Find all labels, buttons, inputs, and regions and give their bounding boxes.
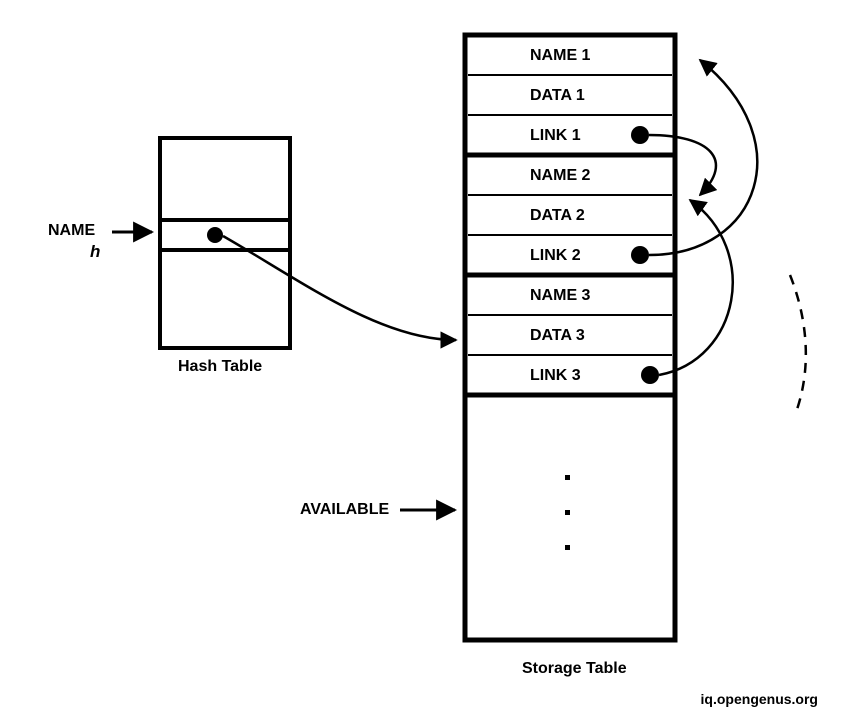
row3-name: NAME 3 (530, 287, 590, 305)
name-input-label: NAME (48, 222, 95, 240)
row2-link: LINK 2 (530, 247, 581, 265)
diagram-svg (0, 0, 843, 722)
storage-table-caption: Storage Table (522, 660, 627, 678)
hash-table-caption: Hash Table (178, 358, 262, 376)
link3-arrow (659, 200, 733, 375)
available-label: AVAILABLE (300, 501, 389, 519)
row2-data: DATA 2 (530, 207, 585, 225)
row1-data: DATA 1 (530, 87, 585, 105)
h-label: h (90, 242, 100, 262)
dashed-continuation (790, 275, 806, 415)
row1-name: NAME 1 (530, 47, 590, 65)
row3-data: DATA 3 (530, 327, 585, 345)
hash-entry-dot (207, 227, 223, 243)
row2-name: NAME 2 (530, 167, 590, 185)
row3-link: LINK 3 (530, 367, 581, 385)
link1-dot (631, 126, 649, 144)
link3-dot (641, 366, 659, 384)
link2-dot (631, 246, 649, 264)
hash-table-box (160, 138, 290, 348)
link1-arrow (649, 135, 716, 195)
attribution: iq.opengenus.org (701, 691, 818, 707)
row1-link: LINK 1 (530, 127, 581, 145)
